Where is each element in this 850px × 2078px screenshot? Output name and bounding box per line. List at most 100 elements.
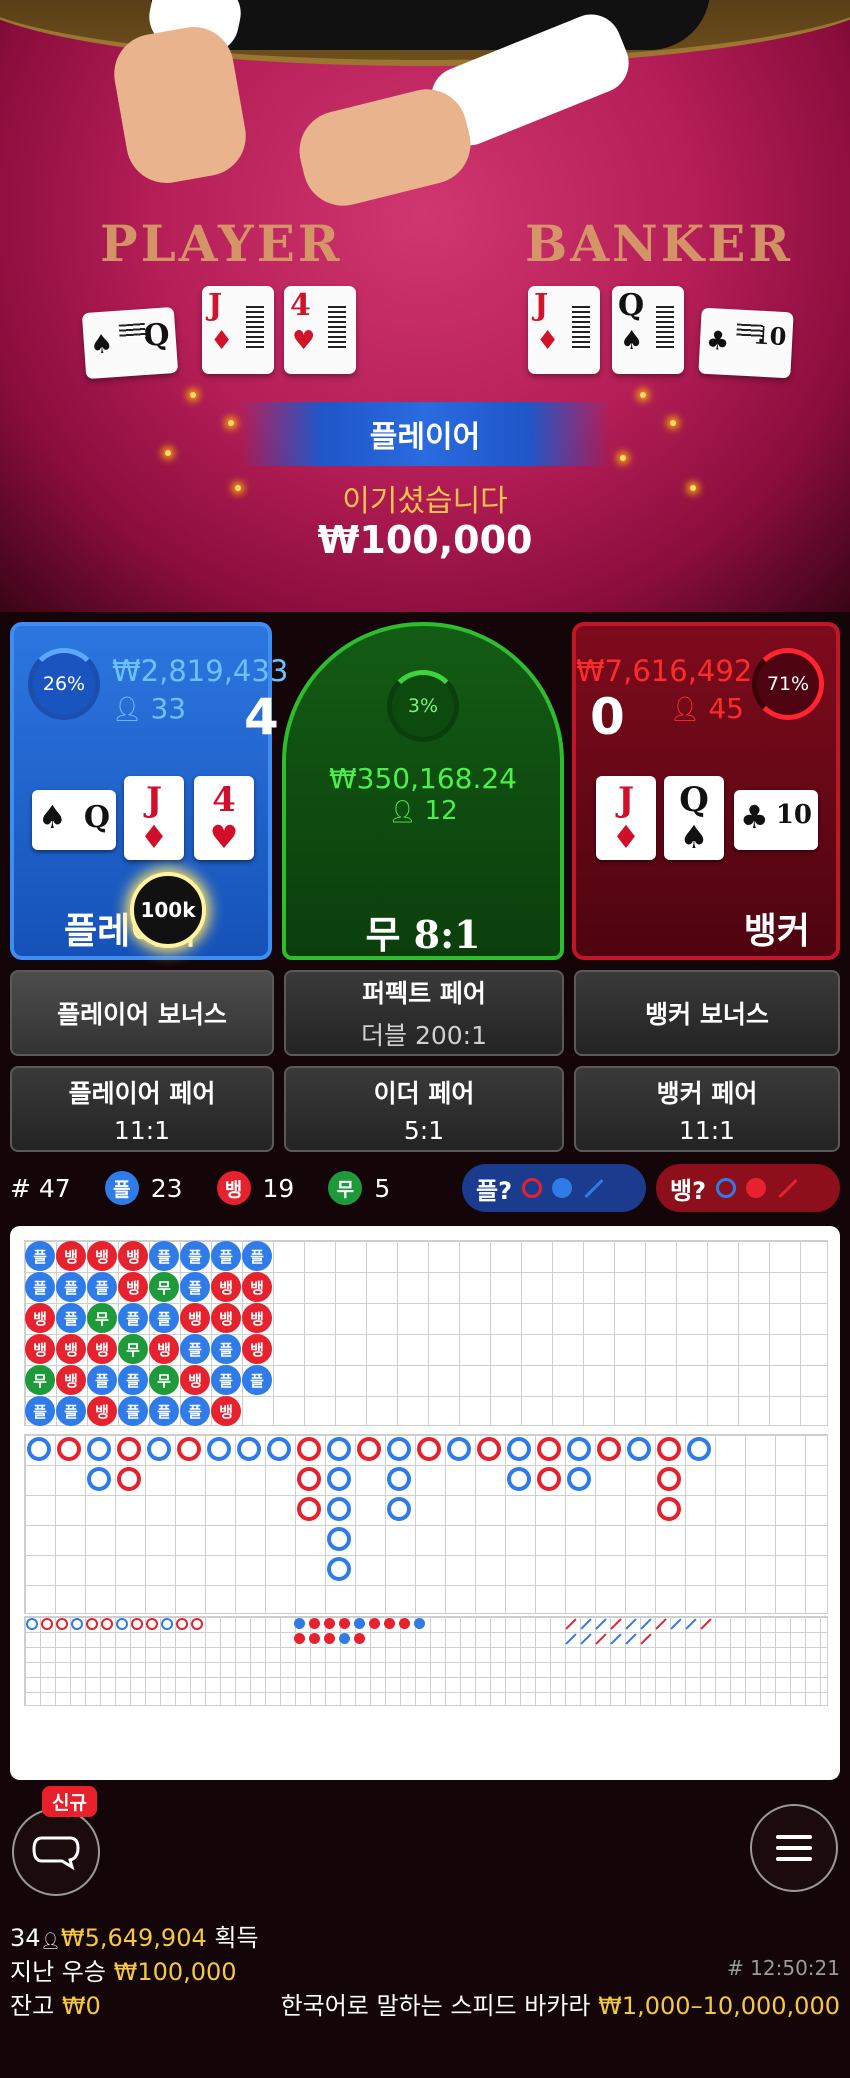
bead-result: 뱅 xyxy=(87,1334,117,1364)
table-name: 한국어로 말하는 스피드 바카라 xyxy=(280,1992,591,2020)
round-count: # 47 xyxy=(10,1173,71,1203)
small-road-mark xyxy=(309,1633,320,1644)
sparkle xyxy=(640,392,646,398)
winners-label: 획득 xyxy=(214,1924,259,1952)
player-bonus-button[interactable]: 플레이어 보너스 xyxy=(10,970,274,1056)
bead-result: 플 xyxy=(25,1396,55,1426)
big-road-mark xyxy=(387,1467,411,1491)
either-pair-label: 이더 페어 xyxy=(373,1078,475,1108)
tie-label: 무 8:1 xyxy=(365,912,481,957)
banker-card-2: Q ♠ xyxy=(664,776,724,860)
player-bet-spot[interactable]: 26% ₩2,819,433 👤︎ 33 4 Q ♠ J ♦ 4 ♥ 플레이어 100… xyxy=(10,622,288,960)
small-road-mark xyxy=(384,1618,395,1629)
bead-result: 뱅 xyxy=(118,1272,148,1302)
bead-result: 플 xyxy=(87,1272,117,1302)
banker-percent: 71% xyxy=(766,673,810,695)
bead-result: 플 xyxy=(25,1241,55,1271)
player-card-3: 4 ♥ xyxy=(194,776,254,860)
sparkle xyxy=(165,450,171,456)
placed-chip: 100k xyxy=(130,872,206,948)
big-road-mark xyxy=(507,1437,531,1461)
table-info: 한국어로 말하는 스피드 바카라 ₩1,000–10,000,000 xyxy=(281,1986,840,2021)
tie-bet-spot[interactable]: 3% ₩350,168.24 👤︎ 12 무 8:1 xyxy=(282,622,564,960)
sparkle xyxy=(670,420,676,426)
balance-label: 잔고 xyxy=(10,1992,55,2020)
banker-bet-spot[interactable]: ₩7,616,492 👤︎ 45 0 71% J ♦ Q ♠ 10 ♣ 뱅커 xyxy=(572,622,840,960)
player-pair-odds: 11:1 xyxy=(113,1115,171,1145)
big-road-mark xyxy=(657,1467,681,1491)
felt-player-card-1: Q ♠ xyxy=(81,306,179,380)
player-card-1: Q ♠ xyxy=(32,790,116,850)
big-eye-road-mark xyxy=(56,1618,68,1630)
hollow-circle-icon xyxy=(716,1178,737,1198)
player-ask-label: 플? xyxy=(476,1176,513,1205)
bead-result: 뱅 xyxy=(56,1241,86,1271)
banker-wins-count: 19 xyxy=(262,1173,295,1203)
chat-button[interactable] xyxy=(12,1808,100,1896)
banker-score: 0 xyxy=(590,688,625,746)
small-road-mark xyxy=(354,1618,365,1629)
bead-result: 플 xyxy=(56,1303,86,1333)
banker-total-bet: ₩7,616,492 xyxy=(576,654,753,688)
big-road-mark xyxy=(387,1497,411,1521)
bead-result: 무 xyxy=(118,1334,148,1364)
player-total-bet: ₩2,819,433 xyxy=(112,654,289,688)
slash-icon xyxy=(778,1178,798,1198)
big-road-mark xyxy=(567,1467,591,1491)
tie-percent-ring: 3% xyxy=(387,670,459,742)
big-road-mark xyxy=(297,1497,321,1521)
bead-result: 뱅 xyxy=(242,1303,272,1333)
banker-bonus-button[interactable]: 뱅커 보너스 xyxy=(574,970,840,1056)
user-icon: 👤︎ xyxy=(669,694,701,723)
roadmap-scoreboard[interactable]: 플플뱅뱅무플뱅플플뱅뱅플뱅플무뱅플뱅뱅뱅플무플플플무플뱅무플플플뱅플뱅플플뱅뱅플… xyxy=(10,1226,840,1780)
player-pair-button[interactable]: 플레이어 페어 11:1 xyxy=(10,1066,274,1152)
banker-pair-button[interactable]: 뱅커 페어 11:1 xyxy=(574,1066,840,1152)
last-win-amount: ₩100,000 xyxy=(113,1958,237,1986)
bead-result: 플 xyxy=(180,1241,210,1271)
big-road-mark xyxy=(297,1437,321,1461)
last-win: 지난 우승 ₩100,000 xyxy=(10,1952,237,1987)
big-eye-road-mark xyxy=(41,1618,53,1630)
bead-result: 플 xyxy=(180,1334,210,1364)
bead-result: 뱅 xyxy=(180,1365,210,1395)
big-road-mark xyxy=(327,1497,351,1521)
big-road-mark xyxy=(477,1437,501,1461)
big-eye-road-mark xyxy=(131,1618,143,1630)
big-road-mark xyxy=(327,1557,351,1581)
banker-bonus-label: 뱅커 보너스 xyxy=(645,1000,769,1029)
banker-ask-button[interactable]: 뱅? xyxy=(656,1164,840,1212)
small-road-mark xyxy=(309,1618,320,1629)
player-pair-label: 플레이어 페어 xyxy=(68,1078,216,1108)
perfect-pair-label: 퍼펙트 페어 xyxy=(362,979,486,1008)
menu-button[interactable] xyxy=(750,1804,838,1892)
small-road-mark xyxy=(339,1618,350,1629)
result-banner: 플레이어 xyxy=(240,402,610,466)
bead-result: 뱅 xyxy=(211,1396,241,1426)
bead-result: 플 xyxy=(180,1272,210,1302)
small-road-mark xyxy=(294,1633,305,1644)
big-road-mark xyxy=(567,1437,591,1461)
sparkle xyxy=(190,392,196,398)
small-road-mark xyxy=(399,1618,410,1629)
felt-player-label: PLAYER xyxy=(100,214,343,273)
big-road-mark xyxy=(297,1467,321,1491)
big-road-mark xyxy=(327,1467,351,1491)
big-road-mark xyxy=(237,1437,261,1461)
player-bonus-label: 플레이어 보너스 xyxy=(57,1000,227,1029)
user-icon: 👤︎ xyxy=(40,1931,61,1950)
solid-circle-icon xyxy=(552,1178,573,1198)
big-road-mark xyxy=(117,1467,141,1491)
small-road-mark xyxy=(324,1633,335,1644)
perfect-pair-button[interactable]: 퍼펙트 페어 더블 200:1 xyxy=(284,970,564,1056)
bead-result: 뱅 xyxy=(149,1334,179,1364)
solid-circle-icon xyxy=(746,1178,767,1198)
last-win-label: 지난 우승 xyxy=(10,1958,106,1986)
derived-roads xyxy=(24,1616,828,1706)
live-video-stream: PLAYER BANKER Q ♠ J ♦ 4 ♥ J ♦ Q ♠ 10 ♣ 플레이어 이기… xyxy=(0,0,850,612)
player-ask-button[interactable]: 플? xyxy=(462,1164,646,1212)
bead-result: 플 xyxy=(118,1365,148,1395)
hollow-circle-icon xyxy=(522,1178,543,1198)
felt-player-card-3: 4 ♥ xyxy=(284,286,356,374)
felt-banker-card-2: Q ♠ xyxy=(612,286,684,374)
either-pair-button[interactable]: 이더 페어 5:1 xyxy=(284,1066,564,1152)
